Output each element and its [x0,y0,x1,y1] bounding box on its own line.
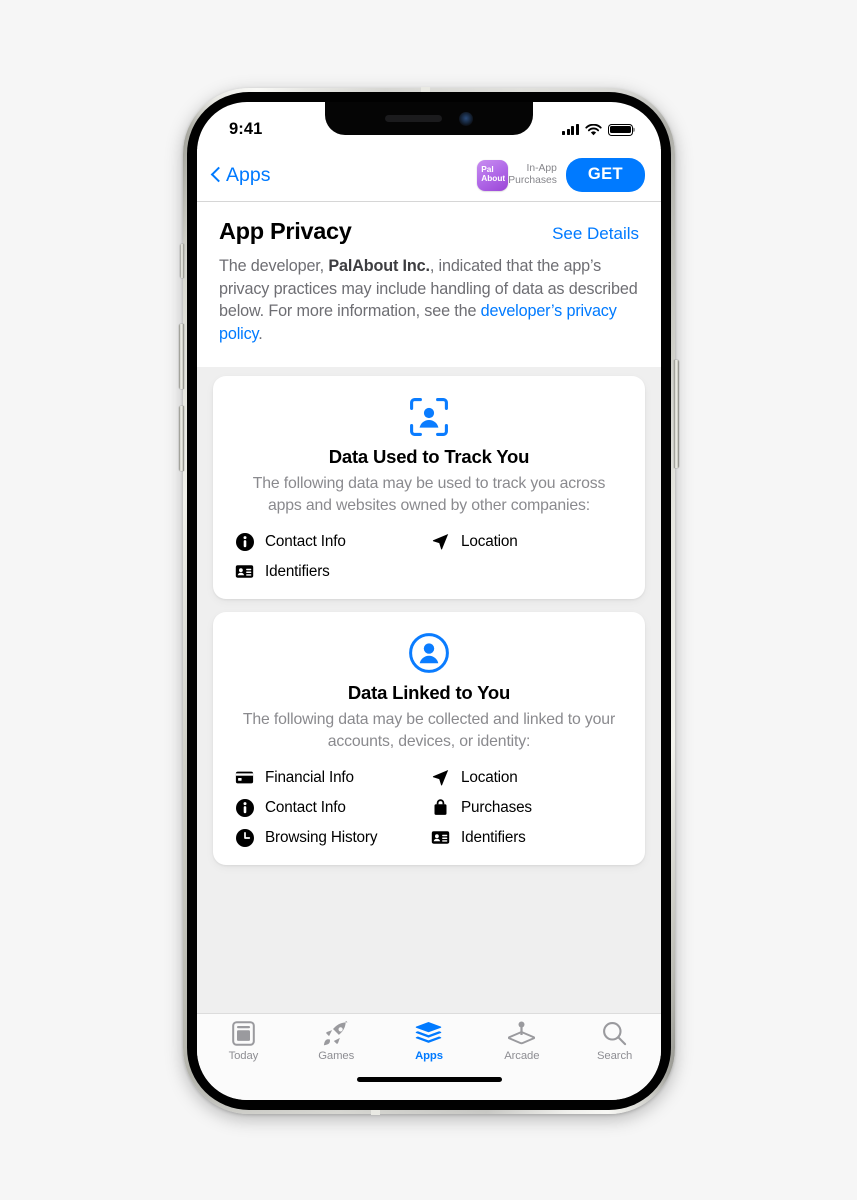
data-item-contact-info: Contact Info [235,532,427,551]
app-privacy-content: App Privacy See Details The developer, P… [197,202,661,1013]
data-type-grid: Financial Info Location Contact Info Pur… [235,768,623,847]
nav-bar-actions: In-App Purchases GET [508,158,645,192]
tab-games[interactable]: Games [290,1020,383,1062]
data-item-label: Purchases [461,798,532,816]
tab-today[interactable]: Today [197,1020,290,1062]
data-item-financial-info: Financial Info [235,768,427,787]
shopping-bag-icon [431,798,450,817]
credit-card-icon [235,768,254,787]
developer-name: PalAbout Inc. [328,257,430,275]
data-item-label: Contact Info [265,532,346,550]
home-indicator[interactable] [356,1077,502,1082]
card-title: Data Used to Track You [328,446,530,467]
status-bar-icons [561,123,633,136]
data-item-location: Location [431,532,623,551]
back-to-apps-button[interactable]: Apps [211,164,270,187]
device-screen: 9:41 Apps Pal About In-App Purchases GET… [197,102,661,1100]
app-privacy-title-row: App Privacy See Details [219,218,639,245]
battery-full-icon [608,123,633,136]
data-item-location: Location [431,768,623,787]
data-item-label: Identifiers [461,828,526,846]
earpiece-speaker-icon [385,115,442,122]
chevron-left-icon [211,166,222,185]
id-card-icon [431,828,450,847]
joystick-icon [508,1020,536,1047]
in-app-purchases-label: In-App Purchases [508,163,557,186]
data-item-label: Contact Info [265,798,346,816]
person-viewfinder-icon [235,396,623,438]
tab-label: Search [596,1050,633,1062]
page-title: App Privacy [219,218,352,244]
id-card-icon [235,562,254,581]
info-circle-icon [235,532,254,551]
data-item-label: Identifiers [265,562,330,580]
front-camera-icon [459,111,473,126]
description-suffix: . [258,324,263,343]
data-item-identifiers: Identifiers [431,828,623,847]
volume-up-button[interactable] [179,324,184,389]
data-item-label: Location [461,532,518,550]
card-title: Data Linked to You [347,682,511,703]
palabout-app-icon[interactable]: Pal About [477,159,509,191]
display-notch [325,102,533,135]
data-item-identifiers: Identifiers [235,562,427,581]
home-indicator-area [197,1076,661,1100]
tab-search[interactable]: Search [568,1020,661,1062]
side-power-button[interactable] [674,360,679,468]
tab-label: Apps [415,1050,443,1062]
see-details-link[interactable]: See Details [552,224,639,244]
data-linked-to-you-card: Data Linked to You The following data ma… [213,612,645,865]
tab-arcade[interactable]: Arcade [475,1020,568,1062]
status-bar-time: 9:41 [229,120,263,138]
data-used-to-track-you-card: Data Used to Track You The following dat… [213,376,645,599]
person-circle-icon [235,632,623,674]
today-card-icon [232,1020,255,1047]
mute-switch-button[interactable] [180,244,184,278]
data-item-purchases: Purchases [431,798,623,817]
wifi-icon [585,123,602,135]
back-button-label: Apps [226,163,271,186]
data-item-label: Financial Info [265,768,354,786]
info-circle-icon [235,798,254,817]
privacy-cards-list: Data Used to Track You The following dat… [197,367,661,1013]
data-item-label: Browsing History [265,828,378,846]
app-privacy-description: The developer, PalAbout Inc., indicated … [219,255,639,345]
cellular-signal-icon [561,124,579,135]
layers-stack-icon [415,1020,442,1047]
tab-bar: Today Games Apps Arcade Search [197,1013,661,1076]
data-item-contact-info: Contact Info [235,798,427,817]
data-item-browsing-history: Browsing History [235,828,427,847]
data-item-label: Location [461,768,518,786]
data-type-grid: Contact Info Location Identifiers [235,532,623,581]
tab-label: Arcade [504,1050,540,1062]
app-privacy-header: App Privacy See Details The developer, P… [197,202,661,367]
rocket-icon [323,1020,349,1047]
description-prefix: The developer, [219,257,329,275]
location-arrow-icon [431,532,450,551]
volume-down-button[interactable] [179,406,184,471]
navigation-bar: Apps Pal About In-App Purchases GET [197,149,661,202]
get-button[interactable]: GET [565,158,645,192]
card-description: The following data may be used to track … [252,475,606,514]
card-description: The following data may be collected and … [242,711,616,750]
location-arrow-icon [431,768,450,787]
clock-icon [235,828,254,847]
iphone-device-frame: 9:41 Apps Pal About In-App Purchases GET… [179,87,679,1115]
magnifier-icon [602,1020,627,1047]
tab-apps[interactable]: Apps [383,1020,476,1062]
tab-label: Today [228,1050,259,1062]
tab-label: Games [318,1050,355,1062]
